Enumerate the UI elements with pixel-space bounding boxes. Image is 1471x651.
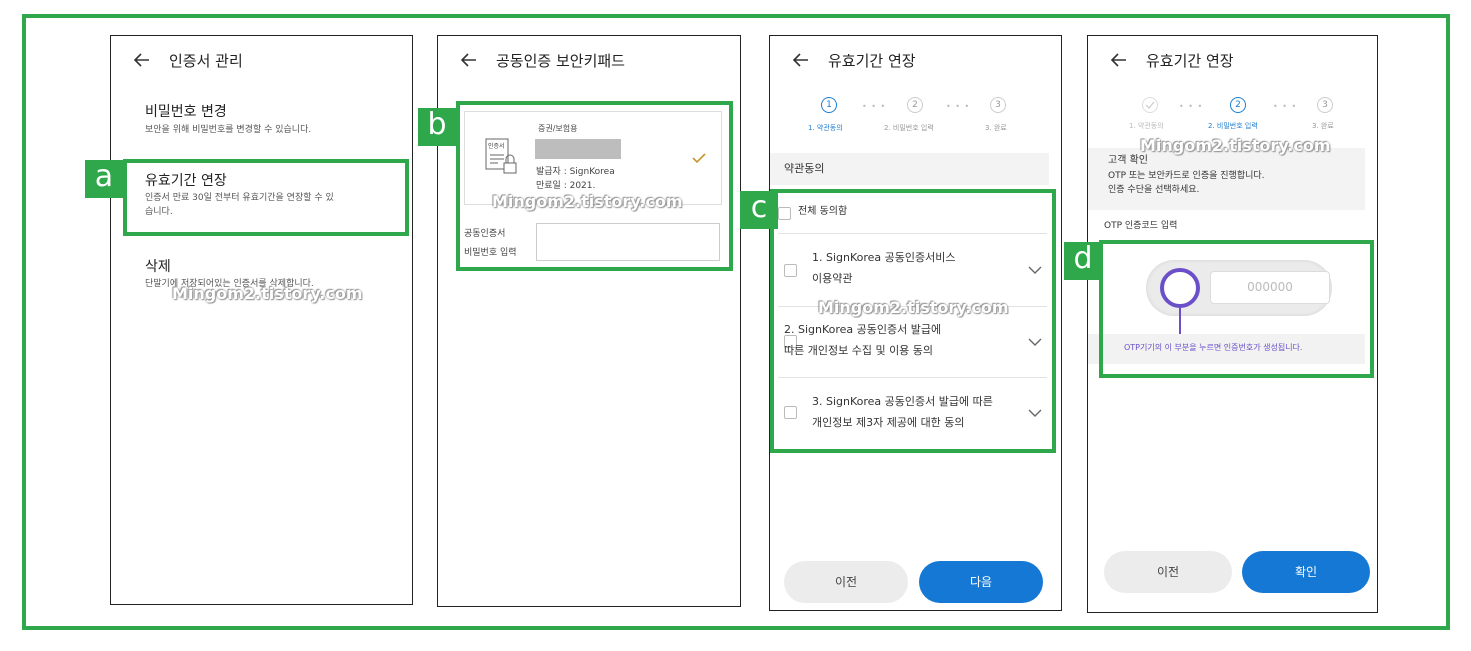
header: 유효기간 연장 bbox=[770, 36, 1061, 84]
panel-a-cert-management: 인증서 관리 비밀번호 변경 보안을 위해 비밀번호를 변경할 수 있습니다. … bbox=[110, 35, 413, 605]
prev-button[interactable]: 이전 bbox=[784, 561, 908, 603]
step-1-label: 1. 약관동의 bbox=[808, 124, 843, 132]
section-header: 약관동의 bbox=[770, 153, 1049, 185]
header: 공동인증 보안키패드 bbox=[438, 36, 740, 84]
otp-label: OTP 인증코드 입력 bbox=[1104, 221, 1178, 231]
watermark: Mingom2.tistory.com bbox=[492, 192, 683, 211]
step-1: 1 bbox=[821, 97, 837, 113]
menu-item-label: 비밀번호 변경 bbox=[145, 104, 227, 120]
header: 유효기간 연장 bbox=[1088, 36, 1377, 84]
section-title: 고객 확인 bbox=[1108, 155, 1148, 166]
back-arrow-icon[interactable] bbox=[792, 51, 810, 69]
step-2-label: 2. 비밀번호 입력 bbox=[884, 124, 934, 132]
confirm-button[interactable]: 확인 bbox=[1242, 551, 1370, 593]
tag-c: c bbox=[740, 191, 778, 229]
step-1-done bbox=[1142, 97, 1158, 113]
page-title: 유효기간 연장 bbox=[1146, 51, 1234, 70]
watermark: Mingom2.tistory.com bbox=[818, 298, 1009, 317]
step-3-label: 3. 완료 bbox=[1312, 122, 1334, 130]
back-arrow-icon[interactable] bbox=[133, 51, 151, 69]
back-arrow-icon[interactable] bbox=[460, 51, 478, 69]
step-2: 2 bbox=[907, 97, 923, 113]
step-2-label: 2. 비밀번호 입력 bbox=[1208, 122, 1258, 130]
tag-a: a bbox=[85, 160, 123, 198]
watermark: Mingom2.tistory.com bbox=[172, 284, 363, 303]
tag-b: b bbox=[418, 108, 456, 146]
section-desc-1: OTP 또는 보안카드로 인증을 진행합니다. bbox=[1108, 171, 1265, 181]
step-2: 2 bbox=[1230, 97, 1246, 113]
highlight-box-d bbox=[1099, 240, 1374, 378]
section-desc-2: 인증 수단을 선택하세요. bbox=[1108, 185, 1200, 195]
page-title: 인증서 관리 bbox=[169, 51, 243, 70]
prev-button[interactable]: 이전 bbox=[1104, 551, 1232, 593]
check-icon bbox=[1145, 101, 1155, 109]
tag-d: d bbox=[1064, 242, 1102, 280]
step-dots: • • • bbox=[946, 102, 971, 111]
page-title: 유효기간 연장 bbox=[828, 51, 916, 70]
step-dots: • • • bbox=[1179, 102, 1204, 111]
menu-item-label: 삭제 bbox=[145, 259, 171, 275]
next-button[interactable]: 다음 bbox=[919, 561, 1043, 603]
back-arrow-icon[interactable] bbox=[1110, 51, 1128, 69]
step-3: 3 bbox=[1317, 97, 1333, 113]
highlight-box-a bbox=[123, 159, 409, 236]
highlight-box-c bbox=[770, 189, 1056, 453]
step-3-label: 3. 완료 bbox=[985, 124, 1007, 132]
menu-item-desc: 보안을 위해 비밀번호를 변경할 수 있습니다. bbox=[145, 125, 312, 135]
step-dots: • • • bbox=[862, 102, 887, 111]
page-title: 공동인증 보안키패드 bbox=[496, 51, 625, 70]
step-3: 3 bbox=[990, 97, 1006, 113]
watermark: Mingom2.tistory.com bbox=[1140, 136, 1331, 155]
highlight-box-b bbox=[456, 101, 733, 271]
step-dots: • • • bbox=[1273, 102, 1298, 111]
step-1-label: 1. 약관동의 bbox=[1129, 122, 1164, 130]
header: 인증서 관리 bbox=[111, 36, 412, 84]
